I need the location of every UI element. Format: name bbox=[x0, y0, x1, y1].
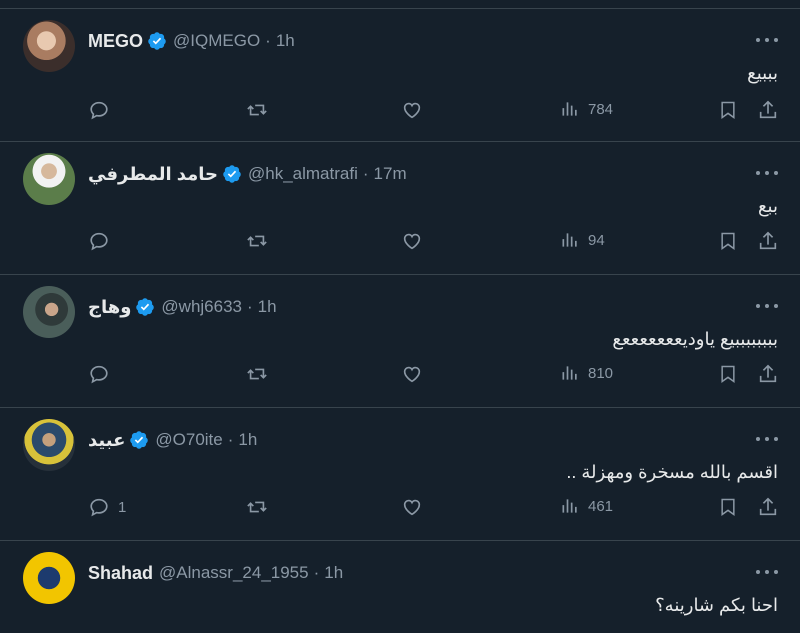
handle[interactable]: @Alnassr_24_1955 bbox=[159, 563, 309, 583]
avatar[interactable] bbox=[23, 153, 75, 205]
tweet-text: اقسم بالله مسخرة ومهزلة .. bbox=[566, 462, 778, 482]
retweet-icon bbox=[247, 501, 267, 513]
reply-button[interactable] bbox=[88, 230, 118, 252]
tweet-text: ببع bbox=[757, 196, 778, 216]
verified-badge-icon bbox=[136, 298, 155, 316]
views-button[interactable]: 784 bbox=[560, 99, 613, 119]
separator-dot: · bbox=[227, 430, 234, 449]
more-options-icon[interactable] bbox=[756, 436, 778, 442]
more-options-icon[interactable] bbox=[756, 569, 778, 575]
bookmark-icon bbox=[721, 101, 735, 119]
tweet[interactable]: عبيد @O70ite · 1h اقسم بالله مسخرة ومهزل… bbox=[0, 408, 800, 541]
handle[interactable]: @hk_almatrafi bbox=[248, 164, 358, 184]
tweet[interactable]: MEGO @IQMEGO · 1h بببيع 784 bbox=[0, 9, 800, 142]
more-options-icon[interactable] bbox=[756, 303, 778, 309]
reply-icon bbox=[90, 232, 108, 251]
heart-icon bbox=[403, 499, 421, 516]
analytics-icon bbox=[562, 499, 577, 513]
bookmark-icon bbox=[721, 365, 735, 383]
separator-dot: · bbox=[313, 563, 320, 582]
avatar[interactable] bbox=[23, 419, 75, 471]
heart-icon bbox=[403, 233, 421, 250]
handle[interactable]: @O70ite bbox=[155, 430, 222, 450]
reply-icon bbox=[90, 365, 108, 384]
share-icon bbox=[759, 497, 777, 516]
reply-icon bbox=[90, 498, 108, 517]
display-name[interactable]: عبيد bbox=[88, 430, 125, 451]
tweet-text: احنا بكم شارينه؟ bbox=[655, 595, 778, 615]
like-button[interactable] bbox=[401, 230, 423, 252]
bookmark-icon bbox=[721, 232, 735, 250]
tweet[interactable]: حامد المطرفي @hk_almatrafi · 17m ببع 94 bbox=[0, 142, 800, 275]
view-count: 810 bbox=[588, 364, 614, 382]
analytics-icon bbox=[562, 102, 577, 116]
views-button[interactable]: 810 bbox=[560, 363, 613, 383]
reply-button[interactable]: 1 bbox=[88, 496, 126, 518]
share-icon bbox=[759, 231, 777, 250]
more-options-icon[interactable] bbox=[756, 37, 778, 43]
reply-button[interactable] bbox=[88, 99, 118, 121]
share-button[interactable] bbox=[757, 99, 779, 121]
tweet-text: ببببببببيع ياوديعععععععع bbox=[612, 329, 778, 349]
handle[interactable]: @IQMEGO bbox=[173, 31, 260, 51]
timestamp[interactable]: 17m bbox=[374, 164, 407, 184]
bookmark-button[interactable] bbox=[718, 496, 738, 518]
verified-badge-icon bbox=[223, 165, 241, 183]
retweet-button[interactable] bbox=[245, 230, 269, 252]
tweet[interactable]: Shahad @Alnassr_24_1955 · 1h احنا بكم شا… bbox=[0, 541, 800, 633]
timestamp[interactable]: 1h bbox=[258, 297, 277, 317]
bookmark-button[interactable] bbox=[718, 99, 738, 121]
retweet-icon bbox=[247, 104, 267, 116]
view-count: 784 bbox=[588, 100, 614, 118]
retweet-icon bbox=[247, 368, 267, 380]
timestamp[interactable]: 1h bbox=[324, 563, 343, 583]
like-button[interactable] bbox=[401, 99, 423, 121]
verified-badge-icon bbox=[148, 32, 166, 50]
tweet[interactable]: وهاج @whj6633 · 1h ببببببببيع ياوديععععع… bbox=[0, 275, 800, 408]
bookmark-button[interactable] bbox=[718, 363, 738, 385]
reply-count: 1 bbox=[118, 498, 127, 516]
bookmark-icon bbox=[721, 498, 735, 516]
share-button[interactable] bbox=[757, 496, 779, 518]
display-name[interactable]: Shahad bbox=[88, 563, 153, 584]
heart-icon bbox=[403, 366, 421, 383]
view-count: 461 bbox=[588, 497, 614, 515]
share-icon bbox=[759, 100, 777, 119]
handle[interactable]: @whj6633 bbox=[161, 297, 242, 317]
separator-dot: · bbox=[265, 31, 271, 50]
retweet-button[interactable] bbox=[245, 496, 269, 518]
display-name[interactable]: وهاج bbox=[88, 297, 131, 318]
verified-badge-icon bbox=[130, 431, 149, 449]
like-button[interactable] bbox=[401, 363, 423, 385]
share-button[interactable] bbox=[757, 230, 779, 252]
analytics-icon bbox=[562, 366, 577, 380]
avatar[interactable] bbox=[23, 286, 75, 338]
share-icon bbox=[759, 364, 777, 383]
tweet-text: بببيع bbox=[747, 63, 778, 83]
share-button[interactable] bbox=[757, 363, 779, 385]
reply-icon bbox=[90, 101, 108, 120]
display-name[interactable]: حامد المطرفي bbox=[88, 164, 218, 185]
display-name[interactable]: MEGO bbox=[88, 31, 143, 52]
separator-dot: · bbox=[362, 164, 369, 183]
more-options-icon[interactable] bbox=[756, 170, 778, 176]
view-count: 94 bbox=[588, 231, 605, 249]
timestamp[interactable]: 1h bbox=[276, 31, 295, 51]
views-button[interactable]: 461 bbox=[560, 496, 613, 516]
retweet-button[interactable] bbox=[245, 99, 269, 121]
views-button[interactable]: 94 bbox=[560, 230, 605, 250]
timestamp[interactable]: 1h bbox=[238, 430, 257, 450]
like-button[interactable] bbox=[401, 496, 423, 518]
analytics-icon bbox=[562, 233, 577, 247]
reply-button[interactable] bbox=[88, 363, 118, 385]
heart-icon bbox=[403, 102, 421, 119]
bookmark-button[interactable] bbox=[718, 230, 738, 252]
separator-dot: · bbox=[247, 297, 253, 316]
avatar[interactable] bbox=[23, 20, 75, 72]
retweet-button[interactable] bbox=[245, 363, 269, 385]
retweet-icon bbox=[247, 235, 267, 247]
avatar[interactable] bbox=[23, 552, 75, 604]
